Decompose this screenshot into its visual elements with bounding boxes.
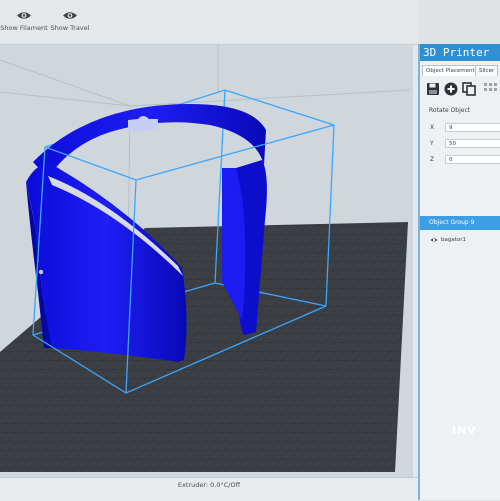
status-text: Extruder: 0.0°C/Off — [177, 481, 241, 489]
brand-watermark: INV — [452, 424, 477, 437]
side-panel-title: 3D Printer — [420, 44, 500, 61]
x-axis-label: X — [430, 124, 435, 131]
tab-object-placement[interactable]: Object Placement — [422, 65, 479, 76]
toolbar: Show Filament Show Travel — [0, 0, 418, 45]
add-icon[interactable] — [444, 82, 458, 96]
y-position-field[interactable]: 50 — [445, 139, 500, 148]
show-travel-label: Show Travel — [50, 24, 90, 32]
rotate-object-label: Rotate Object — [429, 107, 471, 114]
tab-slicer[interactable]: Slicer — [475, 65, 499, 76]
save-icon[interactable] — [426, 82, 440, 96]
status-bar: Extruder: 0.0°C/Off — [0, 477, 418, 501]
z-position-field[interactable]: 0 — [445, 155, 500, 164]
scene-render — [0, 45, 411, 472]
show-travel-button[interactable]: Show Travel — [44, 10, 96, 32]
side-toolbar — [426, 82, 500, 98]
object-item-label: bagator1 — [441, 237, 467, 243]
x-position-field[interactable]: 9 — [445, 123, 500, 132]
show-filament-label: Show Filament — [0, 24, 48, 32]
eye-icon — [17, 12, 31, 19]
3d-viewport[interactable] — [0, 45, 413, 477]
object-list-item[interactable]: bagator1 — [430, 234, 500, 246]
side-panel: 3D Printer Object Placement Slicer Rotat… — [418, 44, 500, 500]
eye-icon[interactable] — [430, 237, 438, 243]
copy-icon[interactable] — [462, 82, 476, 96]
z-axis-label: Z — [430, 156, 435, 163]
grid-icon[interactable] — [484, 82, 498, 96]
y-axis-label: Y — [430, 140, 434, 147]
object-group-row[interactable]: Object Group 9 — [420, 216, 500, 230]
eye-icon — [63, 12, 77, 19]
show-filament-button[interactable]: Show Filament — [0, 10, 50, 32]
